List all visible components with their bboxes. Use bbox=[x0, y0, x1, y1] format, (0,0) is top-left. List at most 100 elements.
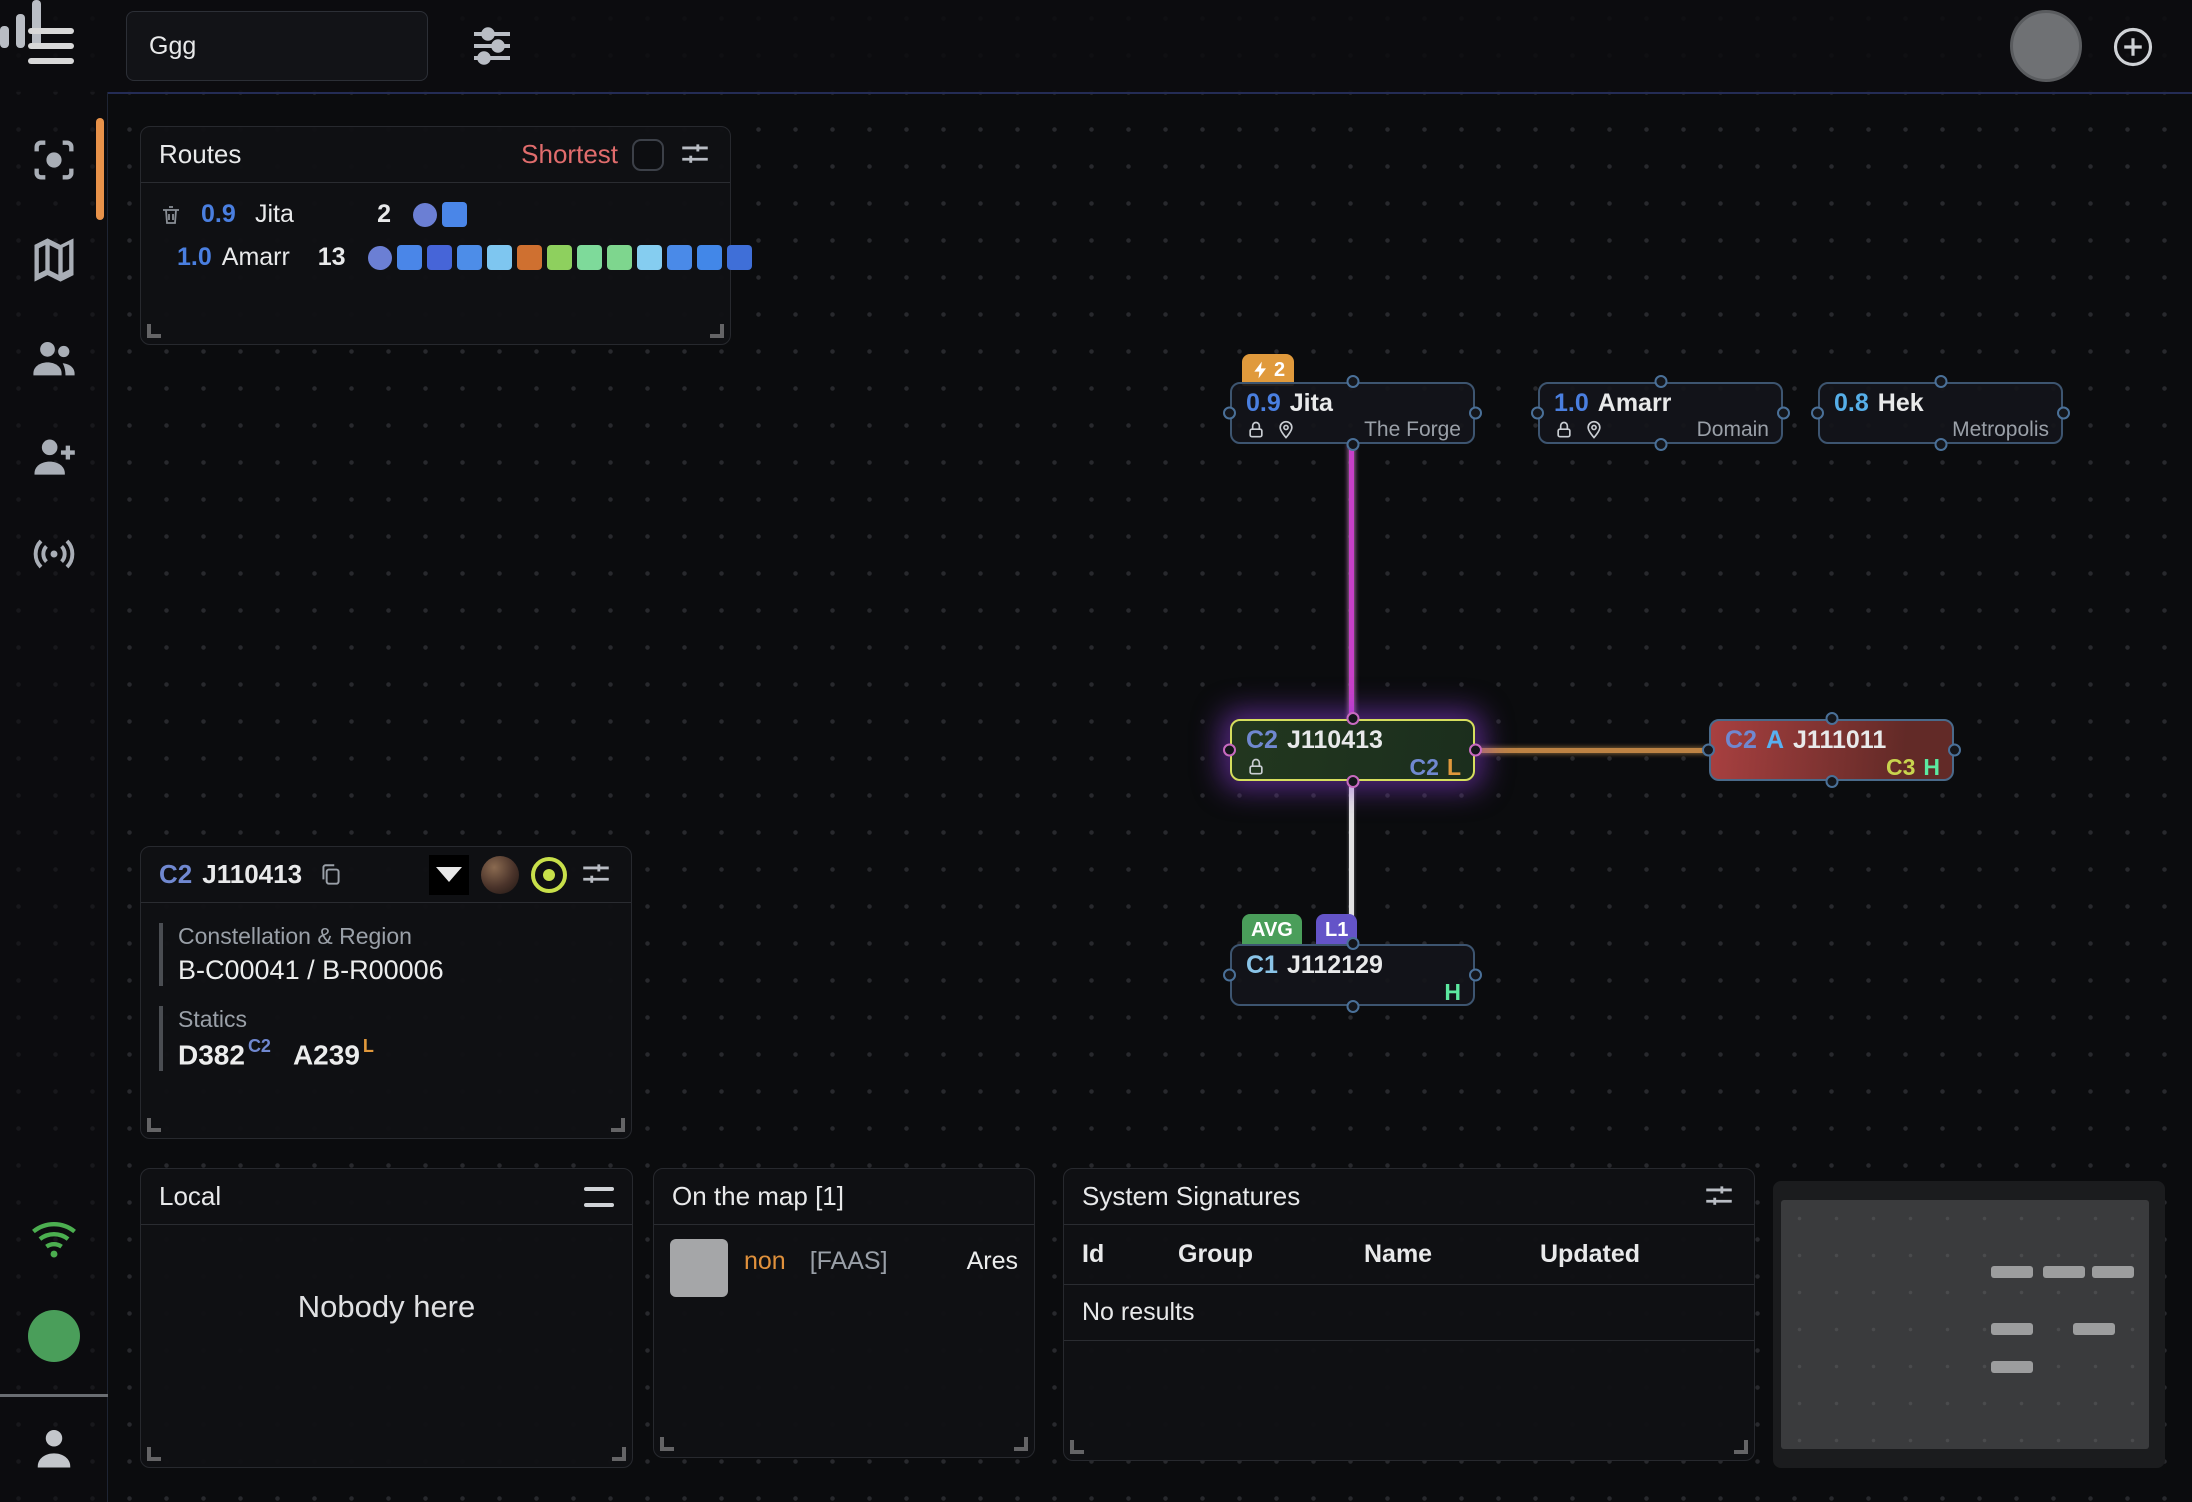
copy-icon[interactable] bbox=[318, 861, 344, 889]
on-the-map-panel: On the map [1] non [FAAS] Ares bbox=[653, 1168, 1035, 1458]
static-wormhole: D382C2 bbox=[178, 1038, 271, 1071]
system-effect: H bbox=[1444, 979, 1461, 1006]
resize-handle[interactable] bbox=[710, 324, 724, 338]
connection-handle[interactable] bbox=[1346, 375, 1359, 388]
connection-handle[interactable] bbox=[1825, 712, 1838, 725]
connection-handle[interactable] bbox=[1811, 407, 1824, 420]
resize-handle[interactable] bbox=[1734, 1440, 1748, 1454]
effect-ring-icon[interactable] bbox=[531, 857, 567, 893]
route-row-amarr[interactable]: 1.0 Amarr 13 bbox=[141, 236, 730, 279]
minimap-node-bar bbox=[1991, 1266, 2033, 1278]
connection-handle[interactable] bbox=[1654, 438, 1667, 451]
lock-icon bbox=[1246, 757, 1266, 777]
info-settings-icon[interactable] bbox=[579, 858, 613, 892]
route-hop-dot bbox=[397, 245, 422, 270]
filter-icon[interactable] bbox=[429, 855, 469, 895]
add-character-icon[interactable] bbox=[2112, 26, 2154, 68]
routes-panel: Routes Shortest 0.9 Jita 2 1.0 Amarr 13 bbox=[140, 126, 731, 345]
route-hop-dot bbox=[368, 246, 392, 270]
local-menu-icon[interactable] bbox=[584, 1187, 614, 1207]
node-hek[interactable]: 0.8Hek Metropolis bbox=[1818, 382, 2063, 444]
route-row-jita[interactable]: 0.9 Jita 2 bbox=[141, 193, 730, 236]
resize-handle[interactable] bbox=[147, 1447, 161, 1461]
connection-handle[interactable] bbox=[1469, 744, 1482, 757]
edge-j110413-j111011[interactable] bbox=[1477, 748, 1709, 753]
pilot-row[interactable]: non [FAAS] Ares bbox=[654, 1225, 1034, 1311]
resize-handle[interactable] bbox=[1014, 1437, 1028, 1451]
online-status-dot bbox=[28, 1310, 80, 1362]
resize-handle[interactable] bbox=[612, 1447, 626, 1461]
resize-handle[interactable] bbox=[660, 1437, 674, 1451]
shortest-checkbox[interactable] bbox=[632, 139, 664, 171]
route-hops bbox=[413, 202, 472, 227]
tracking-icon[interactable] bbox=[28, 528, 80, 580]
connection-handle[interactable] bbox=[1934, 375, 1947, 388]
minimap[interactable] bbox=[1773, 1181, 2165, 1468]
connection-handle[interactable] bbox=[1702, 744, 1715, 757]
node-jita[interactable]: 0.9Jita The Forge bbox=[1230, 382, 1475, 444]
connection-handle[interactable] bbox=[1346, 712, 1359, 725]
resize-handle[interactable] bbox=[147, 324, 161, 338]
node-j111011[interactable]: C2AJ111011 C3H bbox=[1709, 719, 1954, 781]
minimap-viewport[interactable] bbox=[1781, 1200, 2149, 1449]
connection-handle[interactable] bbox=[1948, 744, 1961, 757]
map-selector[interactable]: Ggg bbox=[126, 11, 428, 81]
node-j112129[interactable]: C1J112129 H bbox=[1230, 944, 1475, 1006]
connection-handle[interactable] bbox=[2057, 407, 2070, 420]
route-security: 0.9 bbox=[201, 200, 245, 229]
connection-handle[interactable] bbox=[1223, 407, 1236, 420]
shortest-toggle-label[interactable]: Shortest bbox=[521, 139, 618, 170]
column-group[interactable]: Group bbox=[1178, 1240, 1364, 1269]
edge-jita-j110413[interactable] bbox=[1349, 444, 1354, 721]
connection-handle[interactable] bbox=[1777, 407, 1790, 420]
node-j110413[interactable]: C2J110413 C2L bbox=[1230, 719, 1475, 781]
resize-handle[interactable] bbox=[1070, 1440, 1084, 1454]
characters-icon[interactable] bbox=[28, 332, 80, 384]
user-avatar[interactable] bbox=[2010, 10, 2082, 82]
add-character-sidebar-icon[interactable] bbox=[28, 430, 80, 482]
constellation-region-value: B-C00041 / B-R00006 bbox=[178, 955, 631, 986]
map-settings-icon[interactable] bbox=[468, 22, 516, 70]
connection-handle[interactable] bbox=[1825, 775, 1838, 788]
signatures-panel: System Signatures Id Group Name Updated … bbox=[1063, 1168, 1755, 1461]
resize-handle[interactable] bbox=[611, 1118, 625, 1132]
connection-handle[interactable] bbox=[1223, 744, 1236, 757]
maps-icon[interactable] bbox=[28, 234, 80, 286]
route-security: 1.0 bbox=[177, 243, 212, 272]
connection-handle[interactable] bbox=[1469, 969, 1482, 982]
focus-map-icon[interactable] bbox=[28, 134, 80, 186]
connection-handle[interactable] bbox=[1531, 407, 1544, 420]
column-name[interactable]: Name bbox=[1364, 1240, 1540, 1269]
connection-handle[interactable] bbox=[1346, 438, 1359, 451]
minimap-node-bar bbox=[1991, 1361, 2033, 1373]
route-hops bbox=[368, 245, 757, 270]
connection-handle[interactable] bbox=[1934, 438, 1947, 451]
app-root: { "topbar": { "map_name": "Ggg" }, "rout… bbox=[0, 0, 2192, 1502]
column-updated[interactable]: Updated bbox=[1540, 1240, 1640, 1269]
signatures-title: System Signatures bbox=[1082, 1181, 1300, 1212]
route-destination: Jita bbox=[255, 200, 351, 229]
lock-icon bbox=[1246, 420, 1266, 440]
route-hop-dot bbox=[547, 245, 572, 270]
connection-handle[interactable] bbox=[1346, 775, 1359, 788]
system-thumbnail[interactable] bbox=[481, 856, 519, 894]
route-hop-dot bbox=[577, 245, 602, 270]
column-id[interactable]: Id bbox=[1082, 1240, 1178, 1269]
menu-icon[interactable] bbox=[28, 28, 74, 64]
routes-settings-icon[interactable] bbox=[678, 138, 712, 172]
active-tab-indicator bbox=[96, 118, 104, 220]
delete-route-icon[interactable] bbox=[159, 202, 183, 228]
connection-handle[interactable] bbox=[1469, 407, 1482, 420]
profile-icon[interactable] bbox=[28, 1422, 80, 1474]
node-amarr[interactable]: 1.0Amarr Domain bbox=[1538, 382, 1783, 444]
route-jump-count: 2 bbox=[351, 200, 391, 229]
connection-handle[interactable] bbox=[1346, 1000, 1359, 1013]
connection-handle[interactable] bbox=[1346, 937, 1359, 950]
connection-handle[interactable] bbox=[1654, 375, 1667, 388]
connection-handle[interactable] bbox=[1223, 969, 1236, 982]
system-name: Hek bbox=[1878, 388, 1924, 418]
resize-handle[interactable] bbox=[147, 1118, 161, 1132]
signatures-settings-icon[interactable] bbox=[1702, 1180, 1736, 1214]
on-the-map-title: On the map [1] bbox=[672, 1181, 844, 1212]
route-hop-dot bbox=[637, 245, 662, 270]
